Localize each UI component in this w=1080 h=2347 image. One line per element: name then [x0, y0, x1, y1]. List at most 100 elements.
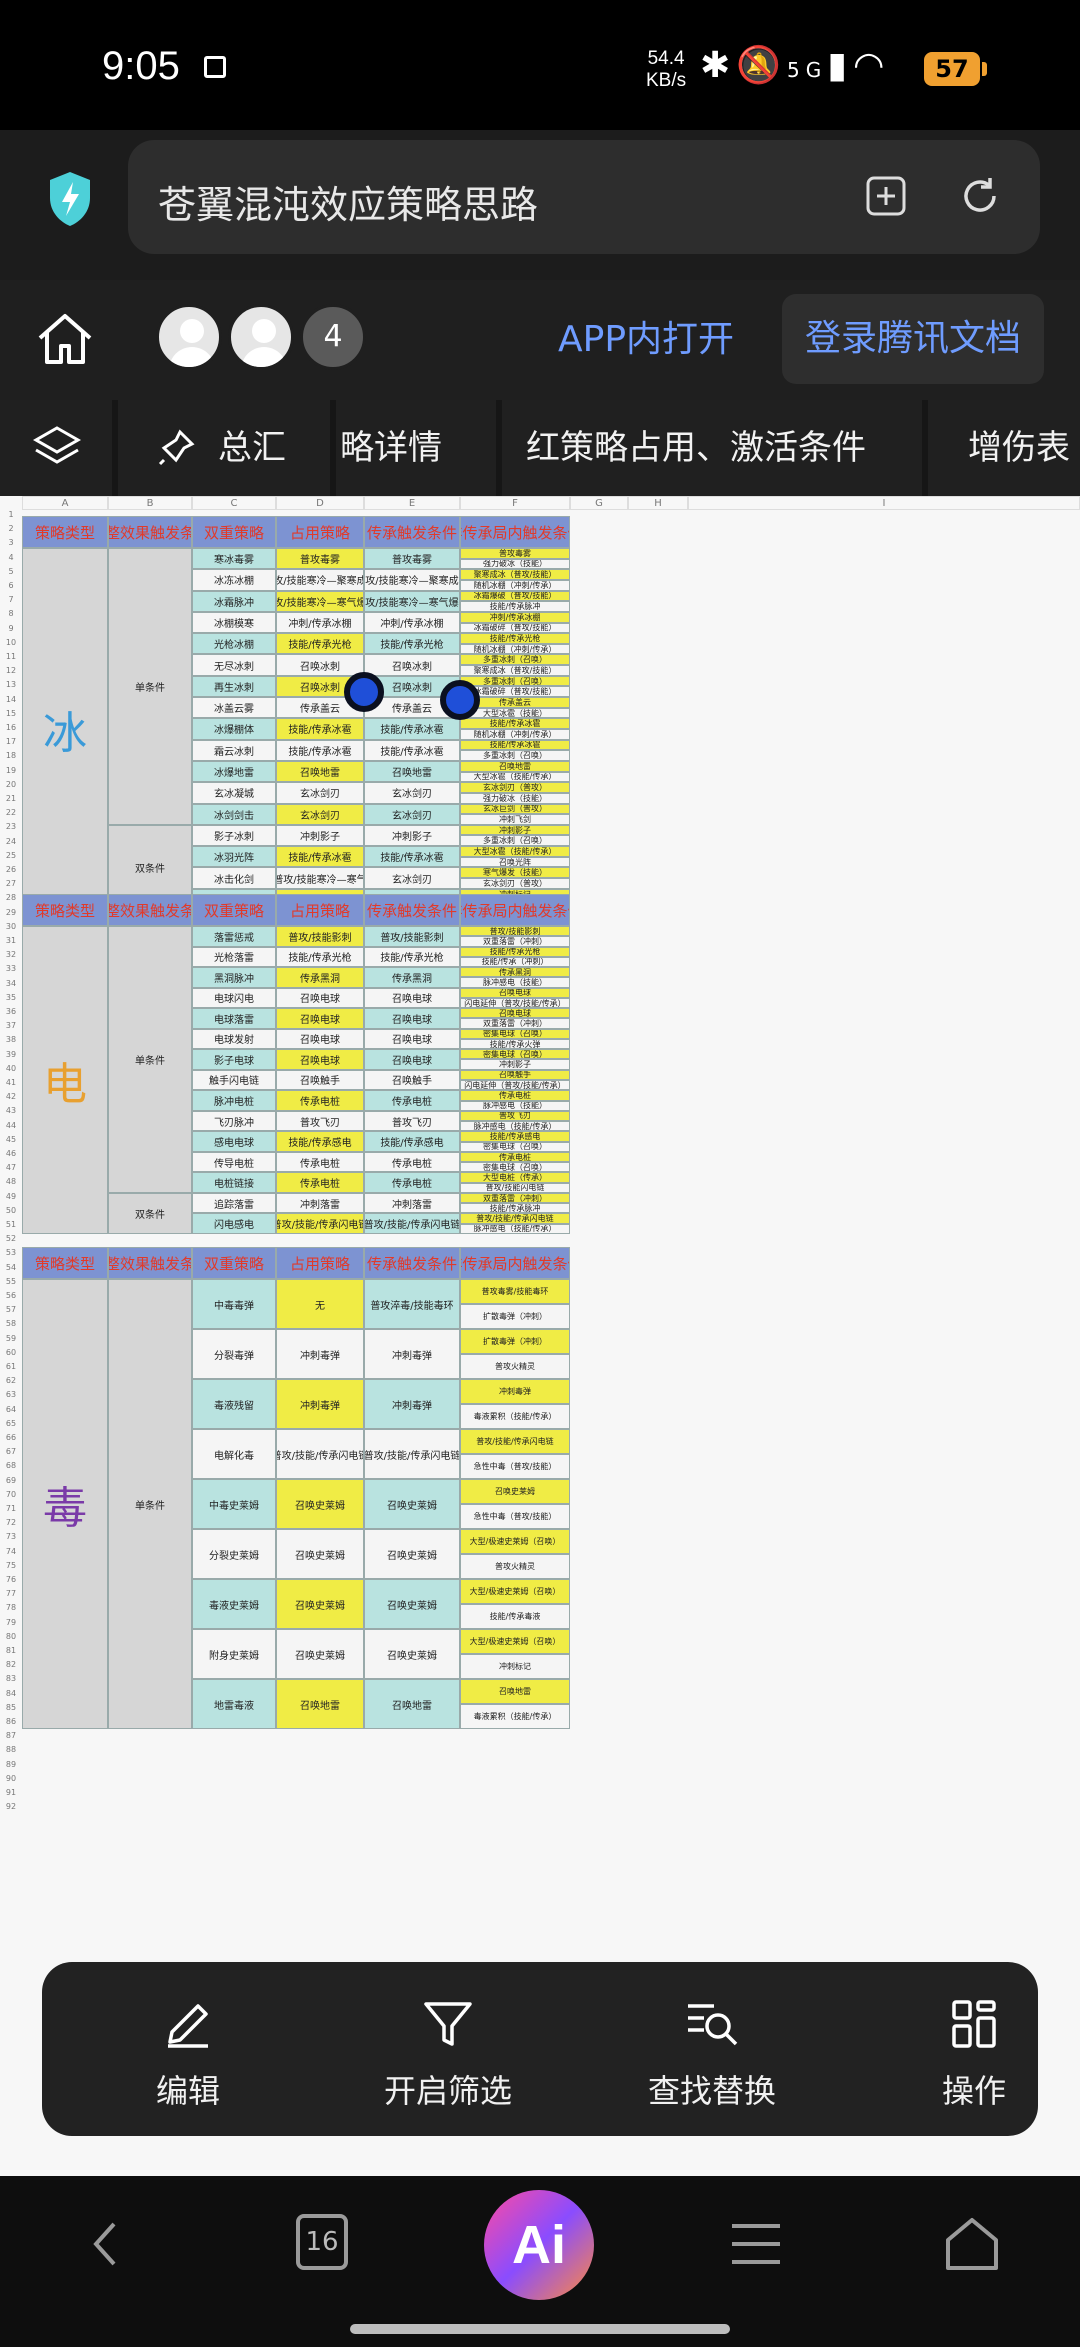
condition-cell[interactable]: 单条件 — [108, 926, 192, 1193]
table-cell[interactable]: 冲刺落雷 — [364, 1192, 460, 1214]
table-cell[interactable]: 冰击化剑 — [192, 867, 276, 889]
side-condition-cell[interactable]: 多重冰刺（召唤） — [460, 750, 570, 761]
table-cell[interactable]: 召唤地雷 — [276, 760, 364, 783]
table-header-cell[interactable]: 占用策略 — [276, 894, 364, 926]
side-condition-cell[interactable]: 冰霜爆破（普攻/技能） — [460, 590, 570, 602]
table-cell[interactable]: 电解化毒 — [192, 1429, 276, 1479]
column-header[interactable]: G — [570, 496, 628, 510]
find-replace-button[interactable]: 查找替换 — [612, 1962, 812, 2136]
table-cell[interactable]: 技能/传承冰雹 — [364, 846, 460, 868]
table-cell[interactable]: 霜云冰刺 — [192, 739, 276, 761]
side-condition-cell[interactable]: 冲刺飞剑 — [460, 814, 570, 825]
column-header[interactable]: I — [688, 496, 1080, 510]
side-condition-cell[interactable]: 闪电延伸（普攻/技能/传承） — [460, 1080, 570, 1091]
table-cell[interactable]: 传承电桩 — [276, 1172, 364, 1193]
table-header-cell[interactable]: 传承触发条件 — [364, 1247, 460, 1279]
table-cell[interactable]: 电球发射 — [192, 1028, 276, 1050]
table-cell[interactable]: 召唤电球 — [364, 1008, 460, 1029]
side-condition-cell[interactable]: 冲刺/传承冰棚 — [460, 611, 570, 623]
side-condition-cell[interactable]: 脉冲感电（技能） — [460, 1100, 570, 1111]
table-cell[interactable]: 传承电桩 — [364, 1090, 460, 1111]
table-cell[interactable]: 普攻/技能寒冷—寒气 — [276, 867, 364, 889]
table-header-cell[interactable]: 策略类型 — [22, 894, 108, 926]
tab-damage-table[interactable]: 增伤表 — [928, 400, 1080, 496]
side-condition-cell[interactable]: 双重落雷（冲刺） — [460, 1192, 570, 1204]
side-condition-cell[interactable]: 急性中毒（普攻/技能） — [460, 1454, 570, 1479]
table-cell[interactable]: 召唤史莱姆 — [364, 1479, 460, 1529]
table-cell[interactable]: 分裂史莱姆 — [192, 1529, 276, 1579]
table-cell[interactable]: 冰剑剑击 — [192, 803, 276, 825]
back-icon[interactable] — [74, 2212, 138, 2276]
table-cell[interactable]: 传承电桩 — [364, 1151, 460, 1173]
table-cell[interactable]: 寒冰毒雾 — [192, 548, 276, 570]
table-header-cell[interactable]: 完整效果触发条件 — [108, 1247, 192, 1279]
table-cell[interactable]: 落雷惩戒 — [192, 926, 276, 947]
table-cell[interactable]: 召唤电球 — [364, 1028, 460, 1050]
table-cell[interactable]: 召唤触手 — [276, 1069, 364, 1091]
table-cell[interactable]: 召唤电球 — [364, 1049, 460, 1070]
table-header-cell[interactable]: 传承触发条件 — [364, 516, 460, 548]
table-header-cell[interactable]: 策略类型 — [22, 1247, 108, 1279]
table-cell[interactable]: 感电电球 — [192, 1131, 276, 1152]
table-cell[interactable]: 召唤冰刺 — [276, 654, 364, 676]
strategy-type-cell[interactable]: 冰 — [22, 548, 108, 910]
table-cell[interactable]: 普攻/技能寒冷—聚寒成冰 — [276, 569, 364, 591]
side-condition-cell[interactable]: 冲刺影子 — [460, 1059, 570, 1070]
side-condition-cell[interactable]: 技能/传承脉冲 — [460, 601, 570, 612]
table-cell[interactable]: 附身史莱姆 — [192, 1629, 276, 1679]
edit-button[interactable]: 编辑 — [88, 1962, 288, 2136]
table-cell[interactable]: 玄冰凝城 — [192, 782, 276, 804]
selection-handle[interactable] — [440, 680, 480, 720]
tabs-count-button[interactable]: 16 — [296, 2214, 348, 2270]
side-condition-cell[interactable]: 大型电桩（传承） — [460, 1172, 570, 1183]
side-condition-cell[interactable]: 冲刺影子 — [460, 824, 570, 836]
table-cell[interactable]: 普攻/技能影刺 — [276, 926, 364, 947]
side-condition-cell[interactable]: 召唤地雷 — [460, 1679, 570, 1704]
table-header-cell[interactable]: 传承触发条件 — [364, 894, 460, 926]
side-condition-cell[interactable]: 大型/极速史莱姆（召唤） — [460, 1529, 570, 1554]
side-condition-cell[interactable]: 召唤电球 — [460, 987, 570, 998]
table-cell[interactable]: 冰爆棚体 — [192, 718, 276, 740]
ai-button[interactable]: Ai — [484, 2190, 594, 2300]
table-cell[interactable]: 冲刺影子 — [276, 824, 364, 847]
table-cell[interactable]: 玄冰剑刃 — [364, 867, 460, 889]
table-cell[interactable]: 召唤电球 — [276, 987, 364, 1009]
table-cell[interactable]: 电球闪电 — [192, 987, 276, 1009]
table-cell[interactable]: 传承黑洞 — [276, 967, 364, 988]
table-cell[interactable]: 再生冰刺 — [192, 675, 276, 698]
table-cell[interactable]: 飞刃脉冲 — [192, 1110, 276, 1132]
table-header-cell[interactable]: 完整效果触发条件 — [108, 894, 192, 926]
side-condition-cell[interactable]: 密集电球（召唤） — [460, 1049, 570, 1060]
side-condition-cell[interactable]: 技能/传承火弹 — [460, 1038, 570, 1050]
table-cell[interactable]: 召唤地雷 — [276, 1679, 364, 1729]
table-cell[interactable]: 中毒史莱姆 — [192, 1479, 276, 1529]
side-condition-cell[interactable]: 大型/极速史莱姆（召唤） — [460, 1629, 570, 1654]
table-cell[interactable]: 玄冰剑刃 — [276, 782, 364, 804]
table-cell[interactable]: 影子电球 — [192, 1049, 276, 1070]
table-cell[interactable]: 召唤史莱姆 — [364, 1529, 460, 1579]
side-condition-cell[interactable]: 冲刺标记 — [460, 1654, 570, 1679]
table-header-cell[interactable]: 策略类型 — [22, 516, 108, 548]
side-condition-cell[interactable]: 寒气爆发（技能） — [460, 867, 570, 879]
table-cell[interactable]: 冲刺毒弹 — [364, 1329, 460, 1379]
table-cell[interactable]: 召唤史莱姆 — [276, 1529, 364, 1579]
table-header-cell[interactable]: 非传承局内触发条件 — [460, 894, 570, 926]
side-condition-cell[interactable]: 玄冰剑刃（普攻） — [460, 878, 570, 889]
filter-button[interactable]: 开启筛选 — [348, 1962, 548, 2136]
side-condition-cell[interactable]: 脉冲感电（技能/传承） — [460, 1121, 570, 1132]
table-cell[interactable]: 技能/传承感电 — [276, 1131, 364, 1152]
side-condition-cell[interactable]: 双重落雷（冲刺） — [460, 936, 570, 947]
side-condition-cell[interactable]: 大型冰雹（技能/传承） — [460, 846, 570, 857]
login-button[interactable]: 登录腾讯文档 — [782, 294, 1044, 384]
table-cell[interactable]: 技能/传承光枪 — [364, 633, 460, 655]
side-condition-cell[interactable]: 随机冰棚（冲刺/传承） — [460, 729, 570, 740]
column-header[interactable]: E — [364, 496, 460, 510]
table-cell[interactable]: 召唤史莱姆 — [276, 1579, 364, 1629]
column-header[interactable]: C — [192, 496, 276, 510]
table-cell[interactable]: 召唤冰刺 — [364, 654, 460, 676]
table-cell[interactable]: 冲刺落雷 — [276, 1192, 364, 1214]
table-cell[interactable]: 黑洞脉冲 — [192, 967, 276, 988]
side-condition-cell[interactable]: 双重落雷（冲刺） — [460, 1018, 570, 1029]
table-cell[interactable]: 普攻毒雾 — [364, 548, 460, 570]
condition-cell[interactable]: 双条件 — [108, 1192, 192, 1234]
